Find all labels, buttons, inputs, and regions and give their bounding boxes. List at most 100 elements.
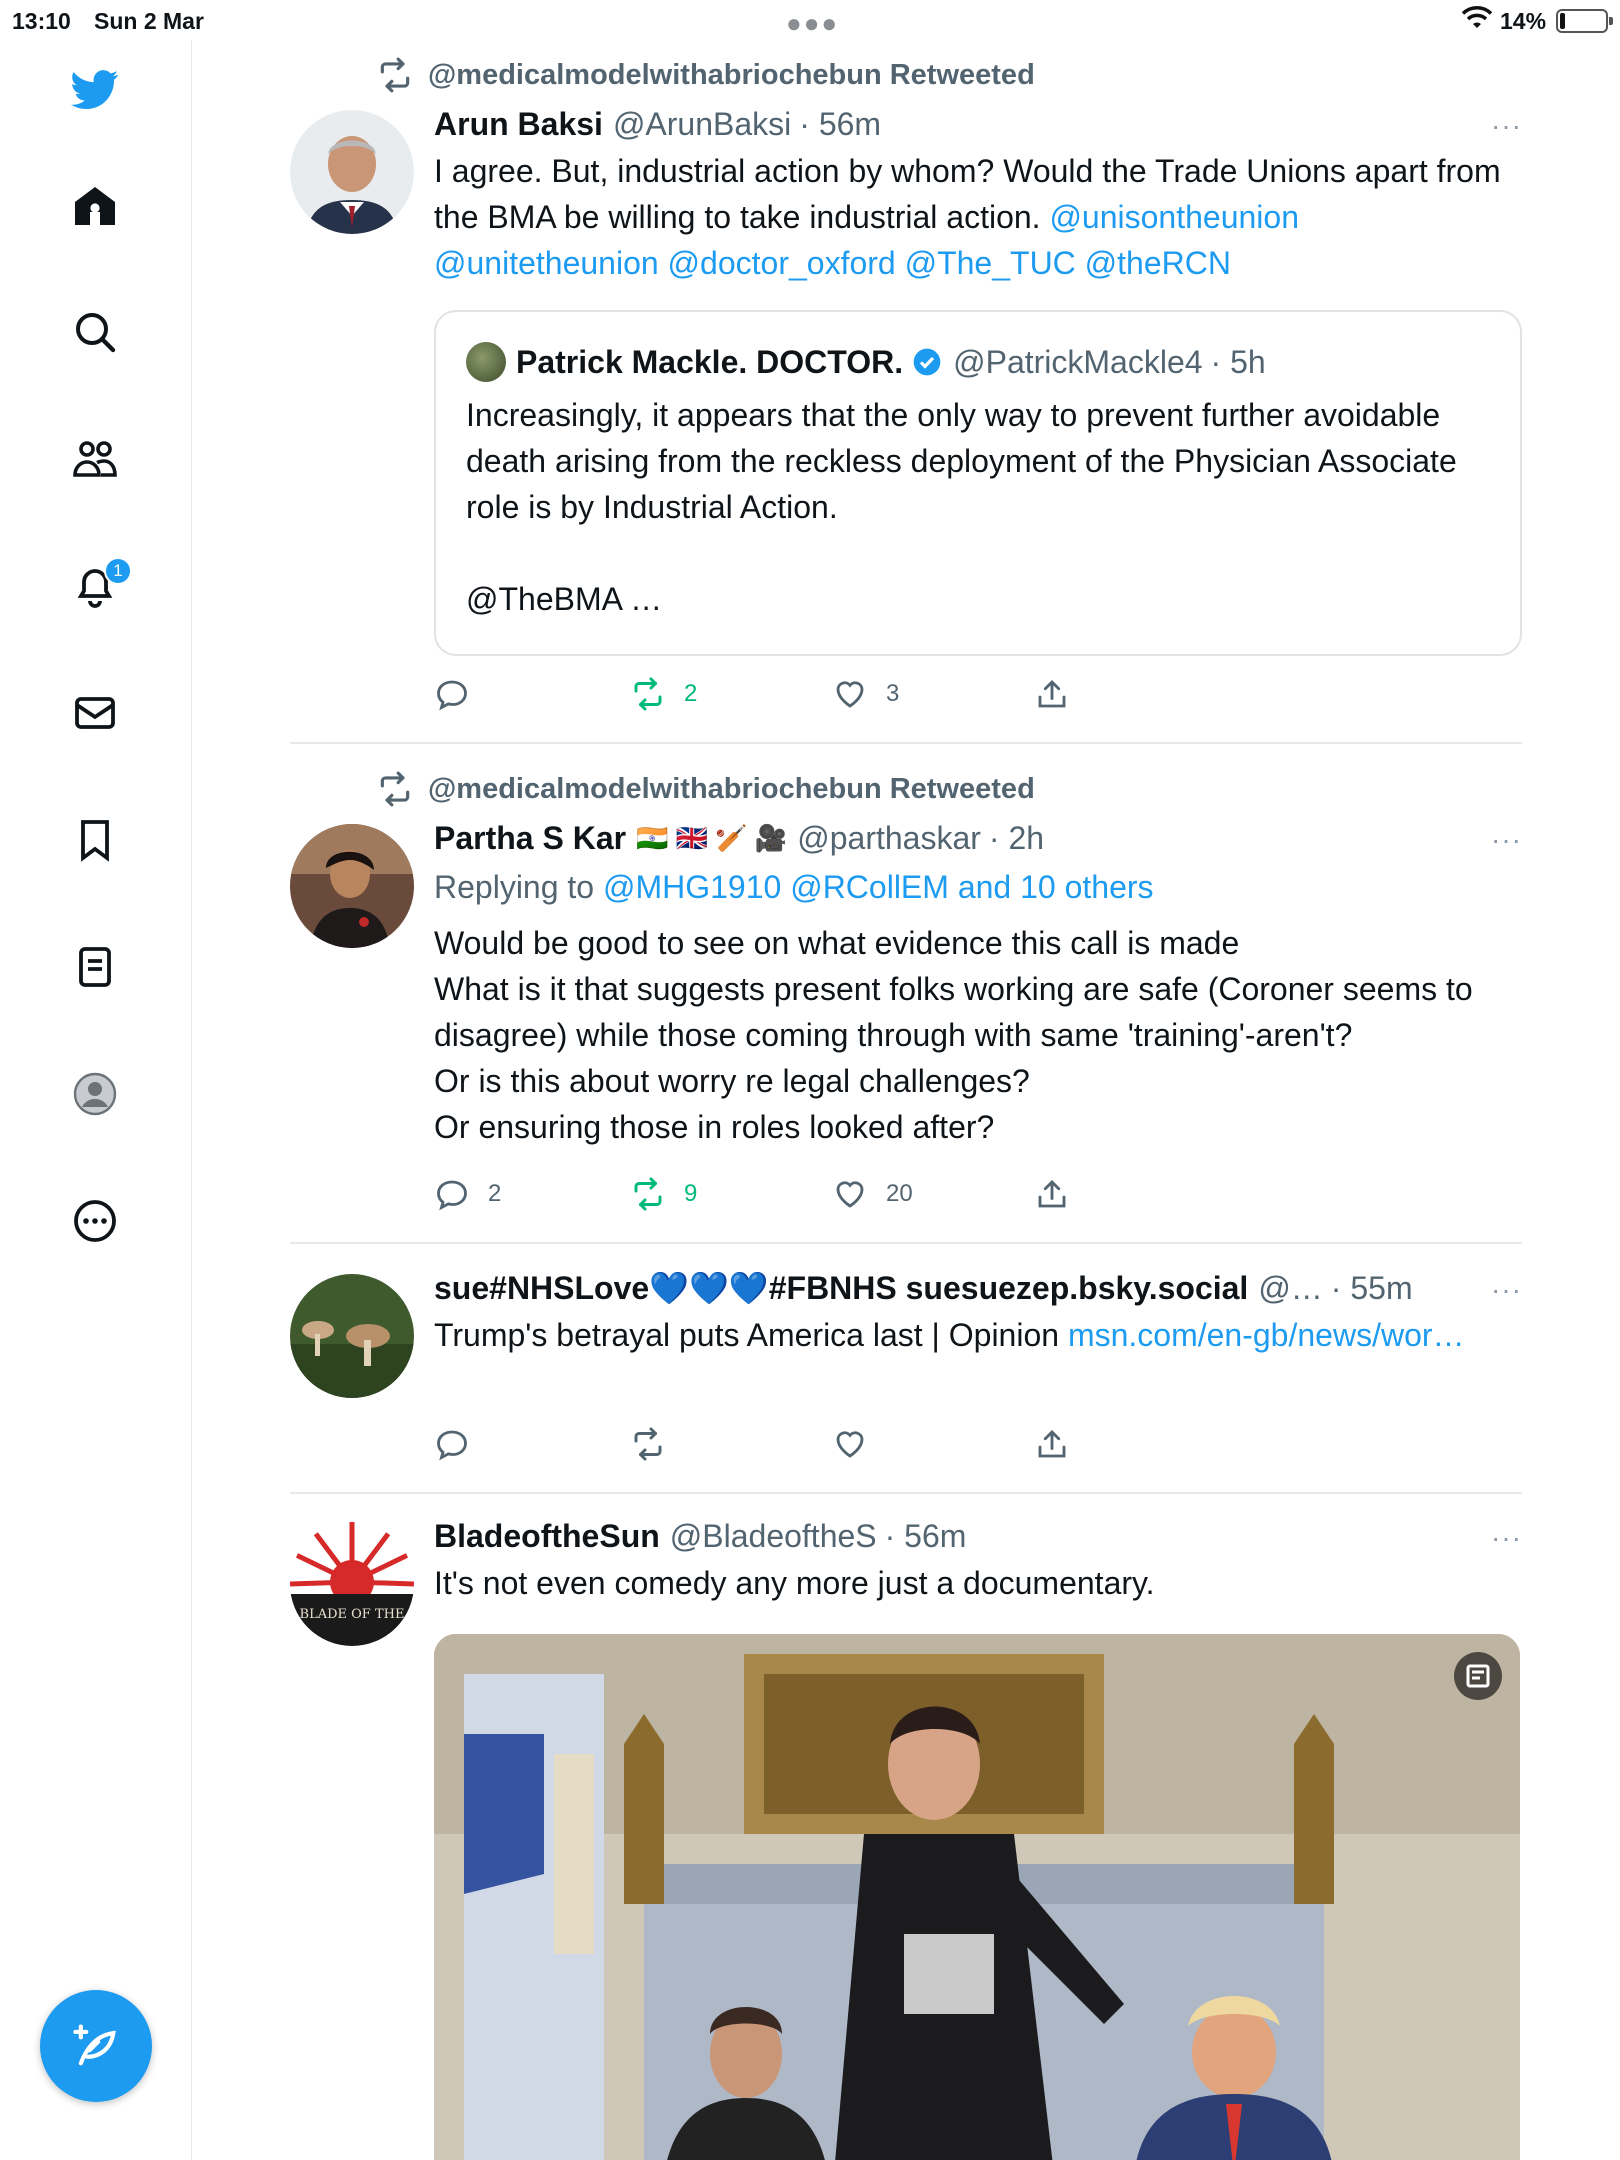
retweet-icon [634, 1177, 662, 1211]
retweet-context: @medicalmodelwithabriochebun Retweeted [376, 56, 1035, 94]
notification-badge: 1 [104, 557, 132, 585]
tweet-more-icon[interactable]: ··· [1491, 1274, 1522, 1306]
author-name[interactable]: BladeoftheSun [434, 1516, 660, 1556]
sidebar: 1 [0, 40, 192, 2160]
reply-icon [437, 680, 467, 711]
tweet-more-icon[interactable]: ··· [1491, 1522, 1522, 1554]
heart-icon [836, 1181, 864, 1208]
article-link[interactable]: msn.com/en-gb/news/wor… [1068, 1317, 1465, 1353]
more-options-icon[interactable] [60, 1186, 130, 1256]
reply-count: 2 [488, 1180, 502, 1207]
tweet-time[interactable]: · 2h [989, 818, 1044, 858]
retweet-icon [380, 57, 410, 93]
messages-envelope-icon[interactable] [60, 678, 130, 748]
reply-button[interactable] [434, 676, 488, 712]
avatar[interactable] [290, 110, 414, 234]
retweet-button[interactable]: 2 [630, 676, 697, 712]
tweet-text-line: What is it that suggests present folks w… [434, 971, 1473, 1053]
replying-to-label: Replying to [434, 869, 595, 905]
reply-button[interactable] [434, 1426, 470, 1462]
multitasking-dots-icon[interactable]: ●●● [786, 8, 839, 39]
tweet-text-line: Or ensuring those in roles looked after? [434, 1109, 995, 1145]
status-date: Sun 2 Mar [94, 8, 204, 34]
avatar[interactable] [290, 1274, 414, 1398]
share-button[interactable] [1034, 1426, 1070, 1462]
tweet-time[interactable]: · 56m [885, 1516, 967, 1556]
tweet-actions [434, 1426, 1134, 1466]
tweet-actions: 2 9 20 [434, 1176, 1134, 1216]
compose-tweet-button[interactable] [40, 1990, 152, 2102]
tweet-actions: 2 3 [434, 676, 1134, 716]
quoted-tweet-time: · 5h [1210, 343, 1266, 380]
bookmarks-icon[interactable] [60, 805, 130, 875]
quoted-author-handle: @PatrickMackle4 [953, 343, 1203, 380]
tweet[interactable]: @medicalmodelwithabriochebun Retweeted P… [290, 744, 1522, 1244]
share-button[interactable] [1034, 1176, 1070, 1212]
reply-button[interactable]: 2 [434, 1176, 501, 1212]
tweet-text-line: Would be good to see on what evidence th… [434, 925, 1240, 961]
wifi-icon [1462, 6, 1492, 28]
quoted-author-name: Patrick Mackle. DOCTOR. [516, 343, 904, 380]
author-name[interactable]: Partha S Kar [434, 818, 626, 858]
quoted-tweet[interactable]: Patrick Mackle. DOCTOR. @PatrickMackle4 … [434, 310, 1522, 656]
explore-search-icon[interactable] [60, 297, 130, 367]
avatar[interactable] [290, 824, 414, 948]
status-bar: 13:10 Sun 2 Mar ●●● 14% [0, 0, 1620, 40]
tweet[interactable]: @medicalmodelwithabriochebun Retweeted A… [290, 40, 1522, 744]
like-count: 20 [886, 1180, 913, 1207]
avatar[interactable]: BLADE OF THE [290, 1522, 414, 1646]
tweet-text-line: Or is this about worry re legal challeng… [434, 1063, 1030, 1099]
tweet-text: Trump's betrayal puts America last | Opi… [434, 1317, 1060, 1353]
retweeted-by-label[interactable]: @medicalmodelwithabriochebun Retweeted [428, 773, 1035, 806]
compose-feather-icon [73, 2024, 116, 2066]
retweet-icon [380, 771, 410, 807]
tweet-time[interactable]: · 55m [1331, 1268, 1413, 1308]
mention-links[interactable]: @unitetheunion @doctor_oxford @The_TUC @… [434, 245, 1231, 281]
home-icon[interactable] [60, 171, 130, 241]
like-button[interactable] [832, 1426, 868, 1462]
retweet-count: 9 [684, 1180, 698, 1207]
quoted-avatar [466, 342, 506, 382]
retweeted-by-label[interactable]: @medicalmodelwithabriochebun Retweeted [428, 59, 1035, 92]
tweet-more-icon[interactable]: ··· [1491, 110, 1522, 142]
author-handle[interactable]: @BladeoftheS [670, 1516, 877, 1556]
tweet[interactable]: sue#NHSLove💙💙💙#FBNHS suesuezep.bsky.soci… [290, 1244, 1522, 1494]
lists-icon[interactable] [60, 932, 130, 1002]
author-name[interactable]: Arun Baksi [434, 104, 603, 144]
tweet-media-video[interactable] [434, 1634, 1520, 2160]
verified-badge-icon [913, 348, 941, 376]
tweet-text: Would be good to see on what evidence th… [434, 920, 1522, 1150]
share-icon [1038, 1429, 1066, 1458]
mention-link[interactable]: @unisontheunion [1049, 199, 1299, 235]
heart-icon [836, 681, 864, 708]
tweet-more-icon[interactable]: ··· [1491, 824, 1522, 856]
status-time: 13:10 [12, 8, 71, 34]
tweet-time[interactable]: · 56m [799, 104, 881, 144]
retweet-icon [634, 1427, 662, 1461]
retweet-button[interactable]: 9 [630, 1176, 697, 1212]
like-button[interactable]: 3 [832, 676, 899, 712]
author-name[interactable]: sue#NHSLove💙💙💙#FBNHS suesuezep.bsky.soci… [434, 1268, 1248, 1308]
profile-avatar-icon[interactable] [60, 1059, 130, 1129]
quoted-tweet-text: Increasingly, it appears that the only w… [466, 397, 1457, 525]
media-settings-icon[interactable] [1454, 1652, 1502, 1700]
tweet-text: It's not even comedy any more just a doc… [434, 1565, 1155, 1601]
twitter-logo-icon[interactable] [60, 54, 130, 124]
notifications-bell-icon[interactable]: 1 [60, 551, 132, 621]
author-handle[interactable]: @… [1258, 1268, 1322, 1308]
replying-to: Replying to @MHG1910 @RCollEM and 10 oth… [434, 864, 1522, 910]
share-button[interactable] [1034, 676, 1070, 712]
video-frame [434, 1634, 1520, 2160]
reply-icon [437, 1180, 467, 1211]
share-icon [1038, 1179, 1066, 1208]
author-handle[interactable]: @parthaskar [797, 818, 981, 858]
quoted-tweet-text-2: @TheBMA … [466, 581, 663, 617]
like-button[interactable]: 20 [832, 1176, 913, 1212]
retweet-button[interactable] [630, 1426, 666, 1462]
replying-to-links[interactable]: @MHG1910 @RCollEM and 10 others [603, 869, 1154, 905]
heart-icon [836, 1431, 864, 1458]
battery-icon [1556, 9, 1613, 33]
retweet-count: 2 [684, 680, 698, 707]
author-handle[interactable]: @ArunBaksi [613, 104, 791, 144]
communities-icon[interactable] [60, 424, 130, 494]
